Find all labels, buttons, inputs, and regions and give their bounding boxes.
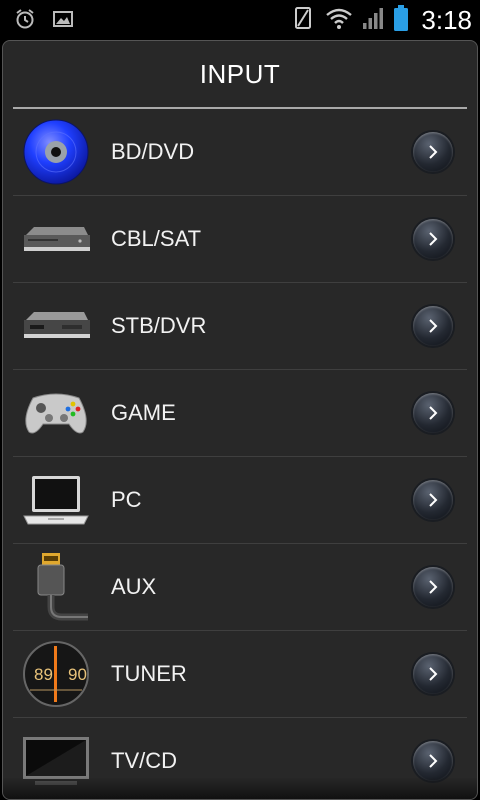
input-item-stb-dvr[interactable]: STB/DVR bbox=[13, 283, 467, 370]
input-item-label: PC bbox=[111, 487, 142, 512]
svg-text:89: 89 bbox=[34, 665, 53, 684]
battery-icon bbox=[393, 4, 409, 37]
chevron-right-icon[interactable] bbox=[413, 219, 453, 259]
input-list: BD/DVD CBL/SAT STB/DVR GAME PC AUX 89 90… bbox=[13, 109, 467, 799]
set-top-box-icon bbox=[21, 291, 91, 361]
scroll-fade bbox=[3, 777, 477, 799]
dialog-title: INPUT bbox=[199, 58, 281, 89]
disc-icon bbox=[21, 117, 91, 187]
laptop-icon bbox=[21, 465, 91, 535]
radio-dial-icon: 89 90 bbox=[21, 639, 91, 709]
hdmi-cable-icon bbox=[21, 552, 91, 622]
chevron-right-icon[interactable] bbox=[413, 306, 453, 346]
chevron-right-icon[interactable] bbox=[413, 480, 453, 520]
image-icon bbox=[52, 8, 74, 35]
input-item-label: TUNER bbox=[111, 661, 187, 686]
cable-box-icon bbox=[21, 204, 91, 274]
chevron-right-icon[interactable] bbox=[413, 741, 453, 781]
input-item-aux[interactable]: AUX bbox=[13, 544, 467, 631]
input-item-label: BD/DVD bbox=[111, 139, 195, 164]
status-bar: 3:18 bbox=[0, 0, 480, 38]
signal-icon bbox=[361, 6, 385, 35]
input-item-label: STB/DVR bbox=[111, 313, 207, 338]
wifi-icon bbox=[325, 6, 353, 35]
svg-text:90: 90 bbox=[68, 665, 87, 684]
rotation-icon bbox=[291, 5, 317, 36]
input-item-label: GAME bbox=[111, 400, 176, 425]
input-dialog: INPUT BD/DVD CBL/SAT STB/DVR GAME PC AUX… bbox=[2, 40, 478, 800]
input-item-tuner[interactable]: 89 90 TUNER bbox=[13, 631, 467, 718]
clock: 3:18 bbox=[421, 5, 472, 35]
input-item-cbl-sat[interactable]: CBL/SAT bbox=[13, 196, 467, 283]
chevron-right-icon[interactable] bbox=[413, 393, 453, 433]
input-item-game[interactable]: GAME bbox=[13, 370, 467, 457]
chevron-right-icon[interactable] bbox=[413, 132, 453, 172]
input-item-pc[interactable]: PC bbox=[13, 457, 467, 544]
input-item-label: AUX bbox=[111, 574, 157, 599]
input-item-label: CBL/SAT bbox=[111, 226, 202, 251]
chevron-right-icon[interactable] bbox=[413, 654, 453, 694]
alarm-icon bbox=[14, 8, 36, 35]
chevron-right-icon[interactable] bbox=[413, 567, 453, 607]
input-item-bd-dvd[interactable]: BD/DVD bbox=[13, 109, 467, 196]
gamepad-icon bbox=[21, 378, 91, 448]
input-item-label: TV/CD bbox=[111, 748, 177, 773]
